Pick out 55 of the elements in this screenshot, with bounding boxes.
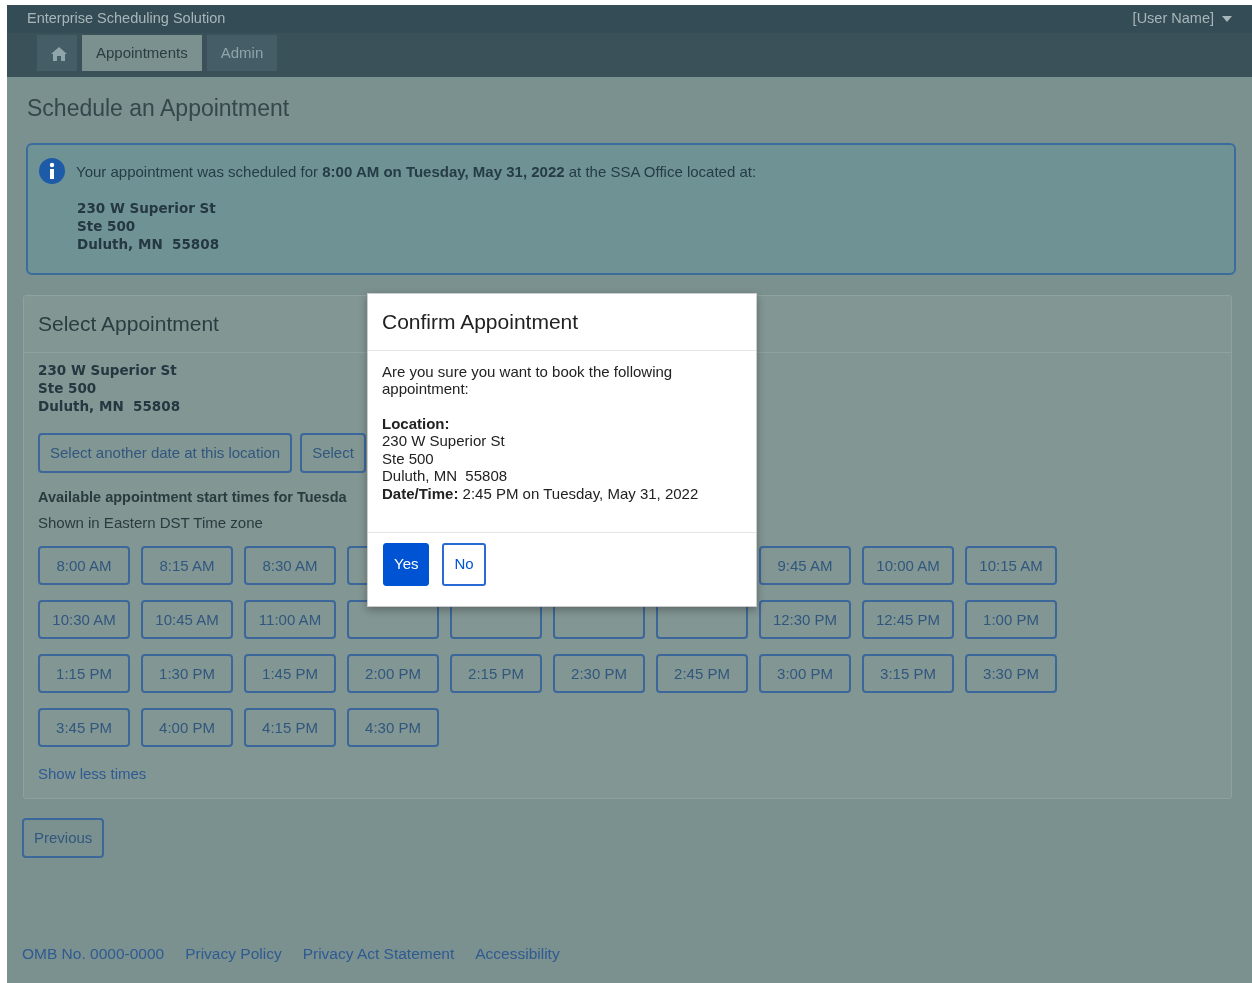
nav-tab[interactable]: Appointments	[82, 35, 202, 71]
time-slot-button[interactable]: 3:00 PM	[759, 654, 851, 694]
time-slot-button[interactable]: 10:15 AM	[965, 546, 1057, 586]
time-slot-button[interactable]: 8:30 AM	[244, 546, 336, 586]
datetime-text: Date/Time: 2:45 PM on Tuesday, May 31, 2022	[382, 484, 700, 502]
time-slot-button[interactable]: 1:30 PM	[141, 654, 233, 694]
time-slot-button[interactable]: 12:45 PM	[862, 600, 954, 640]
time-slot-button[interactable]: 11:00 AM	[244, 600, 336, 640]
time-slot-button[interactable]: 8:15 AM	[141, 546, 233, 586]
timezone-text: Shown in Eastern DST Time zone	[38, 512, 264, 533]
cancel-button[interactable]: No	[442, 543, 486, 586]
time-slot-button[interactable]: 8:00 AM	[38, 546, 130, 586]
time-slot-button[interactable]: 3:30 PM	[965, 654, 1057, 694]
time-slot-button[interactable]: 9:45 AM	[759, 546, 851, 586]
page-title: Schedule an Appointment	[27, 94, 291, 123]
home-tab[interactable]	[37, 35, 77, 71]
time-slot-button[interactable]: 10:45 AM	[141, 600, 233, 640]
location-address: 230 W Superior St Ste 500 Duluth, MN 55808	[382, 432, 509, 485]
time-slot-button[interactable]: 4:00 PM	[141, 708, 233, 748]
alert-message: Your appointment was scheduled for 8:00 AM on Tuesday, May 31, 2022 at the SSA Office located at:	[76, 161, 757, 182]
location-label: Location:	[382, 414, 451, 432]
time-slot-button[interactable]: 1:15 PM	[38, 654, 130, 694]
caret-icon	[1222, 16, 1232, 22]
footer-link[interactable]: Privacy Act Statement	[302, 941, 455, 965]
info-icon	[38, 156, 66, 185]
app-title: Enterprise Scheduling Solution	[27, 9, 226, 29]
footer-link[interactable]: Privacy Policy	[185, 941, 282, 965]
user-menu[interactable]: [User Name]	[1132, 8, 1232, 30]
time-slot-button[interactable]: 2:30 PM	[553, 654, 645, 694]
nav-tab[interactable]: Admin	[206, 35, 278, 71]
time-slot-button[interactable]: 1:45 PM	[244, 654, 336, 694]
slots-heading: Available appointment start times for Tuesda	[38, 488, 347, 507]
time-slot-button[interactable]: 3:45 PM	[38, 708, 130, 748]
previous-button[interactable]: Previous	[22, 817, 105, 858]
confirm-button[interactable]: Yes	[383, 543, 430, 586]
address-text: 230 W Superior St Ste 500 Duluth, MN 55808	[76, 199, 220, 253]
time-slot-button[interactable]: 2:45 PM	[656, 654, 748, 694]
time-slot-button[interactable]: 10:30 AM	[38, 600, 130, 640]
select-button[interactable]: Select	[300, 432, 366, 473]
time-slot-button[interactable]: 2:00 PM	[347, 654, 439, 694]
time-slot-button[interactable]: 4:30 PM	[347, 708, 439, 748]
time-slot-button[interactable]: 10:00 AM	[862, 546, 954, 586]
time-slot-button[interactable]: 3:15 PM	[862, 654, 954, 694]
home-icon	[51, 46, 67, 61]
time-slot-button[interactable]: 4:15 PM	[244, 708, 336, 748]
show-less-link[interactable]: Show less times	[38, 763, 147, 786]
footer-link[interactable]: Accessibility	[475, 941, 560, 965]
time-slot-button[interactable]: 2:15 PM	[450, 654, 542, 694]
address-text: 230 W Superior St Ste 500 Duluth, MN 55808	[38, 360, 181, 415]
time-slot-button[interactable]: 12:30 PM	[759, 600, 851, 640]
time-slot-button[interactable]: 1:00 PM	[965, 600, 1057, 640]
dialog-title: Confirm Appointment	[368, 294, 756, 351]
footer-link[interactable]: OMB No. 0000-0000	[22, 941, 165, 965]
select-button[interactable]: Select another date at this location	[38, 432, 293, 473]
dialog-question: Are you sure you want to book the following appointment:	[382, 362, 674, 398]
